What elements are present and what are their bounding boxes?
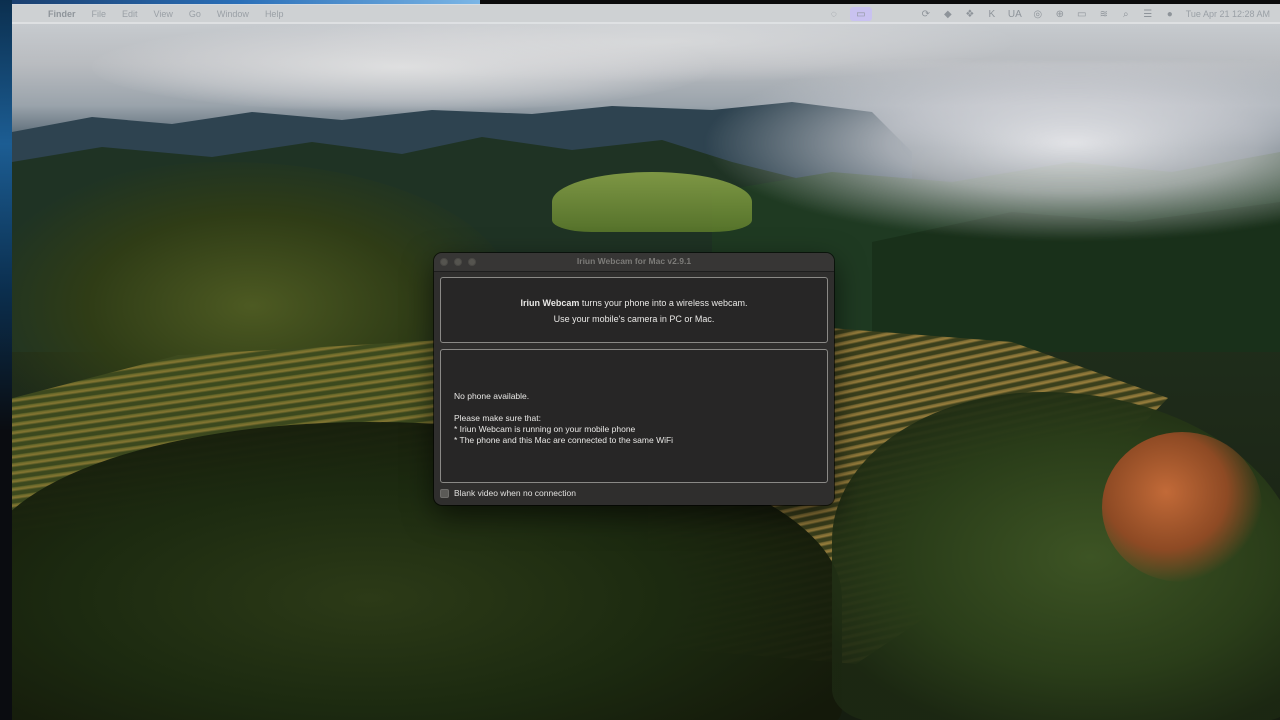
- menu-go[interactable]: Go: [181, 9, 209, 19]
- info-line-1: Iriun Webcam turns your phone into a wir…: [441, 298, 827, 308]
- wifi-icon[interactable]: ≋: [1098, 8, 1110, 20]
- screen-left-edge: [0, 0, 12, 720]
- menu-extras: ◌ ▭ ⟳ ◆ ❖ K UA ◎ ⊕ ▭ ≋ ⌕ ☰ ● Tue Apr 21 …: [828, 7, 1280, 21]
- blank-video-label[interactable]: Blank video when no connection: [454, 488, 576, 498]
- hint-item: * Iriun Webcam is running on your mobile…: [454, 424, 636, 434]
- display-icon[interactable]: ▭: [849, 7, 872, 21]
- menu-clock[interactable]: Tue Apr 21 12:28 AM: [1186, 9, 1270, 19]
- menu-view[interactable]: View: [146, 9, 181, 19]
- menu-window[interactable]: Window: [209, 9, 257, 19]
- siri-icon[interactable]: ●: [1164, 8, 1176, 20]
- iriun-webcam-window: Iriun Webcam for Mac v2.9.1 Iriun Webcam…: [434, 253, 834, 505]
- search-icon[interactable]: ⌕: [1120, 8, 1132, 20]
- info-panel: Iriun Webcam turns your phone into a wir…: [440, 277, 828, 343]
- menu-bar: Finder File Edit View Go Window Help ◌ ▭…: [12, 4, 1280, 24]
- hint-item: * The phone and this Mac are connected t…: [454, 435, 674, 445]
- menu-app-name[interactable]: Finder: [40, 9, 84, 19]
- info-line-1-text: turns your phone into a wireless webcam.: [579, 298, 748, 308]
- window-title: Iriun Webcam for Mac v2.9.1: [576, 256, 692, 266]
- arrows-icon[interactable]: ❖: [964, 8, 976, 20]
- circle-icon[interactable]: ◎: [1032, 8, 1044, 20]
- menu-help[interactable]: Help: [257, 9, 292, 19]
- status-hint: Please make sure that: * Iriun Webcam is…: [454, 413, 673, 446]
- screen-record-icon[interactable]: ◌: [828, 8, 840, 20]
- rotate-icon[interactable]: ⟳: [920, 8, 932, 20]
- fog-bank: [700, 62, 1280, 242]
- menu-file[interactable]: File: [84, 9, 115, 19]
- battery-icon[interactable]: ▭: [1076, 8, 1088, 20]
- green-hill: [552, 172, 752, 232]
- k-app-icon[interactable]: K: [986, 8, 998, 20]
- info-app-name: Iriun Webcam: [520, 298, 580, 308]
- diamond-icon[interactable]: ◆: [942, 8, 954, 20]
- status-panel: No phone available. Please make sure tha…: [440, 349, 828, 483]
- blank-video-checkbox[interactable]: [440, 488, 449, 498]
- control-center-icon[interactable]: ☰: [1142, 8, 1154, 20]
- status-message: No phone available.: [454, 391, 530, 401]
- input-source-icon[interactable]: UA: [1008, 8, 1022, 20]
- blank-video-option[interactable]: Blank video when no connection: [440, 488, 576, 498]
- window-titlebar[interactable]: Iriun Webcam for Mac v2.9.1: [434, 253, 834, 272]
- info-line-2: Use your mobile's camera in PC or Mac.: [553, 314, 715, 324]
- autumn-tree: [1102, 432, 1262, 582]
- menu-edit[interactable]: Edit: [114, 9, 146, 19]
- globe-icon[interactable]: ⊕: [1054, 8, 1066, 20]
- hint-title: Please make sure that:: [454, 413, 541, 423]
